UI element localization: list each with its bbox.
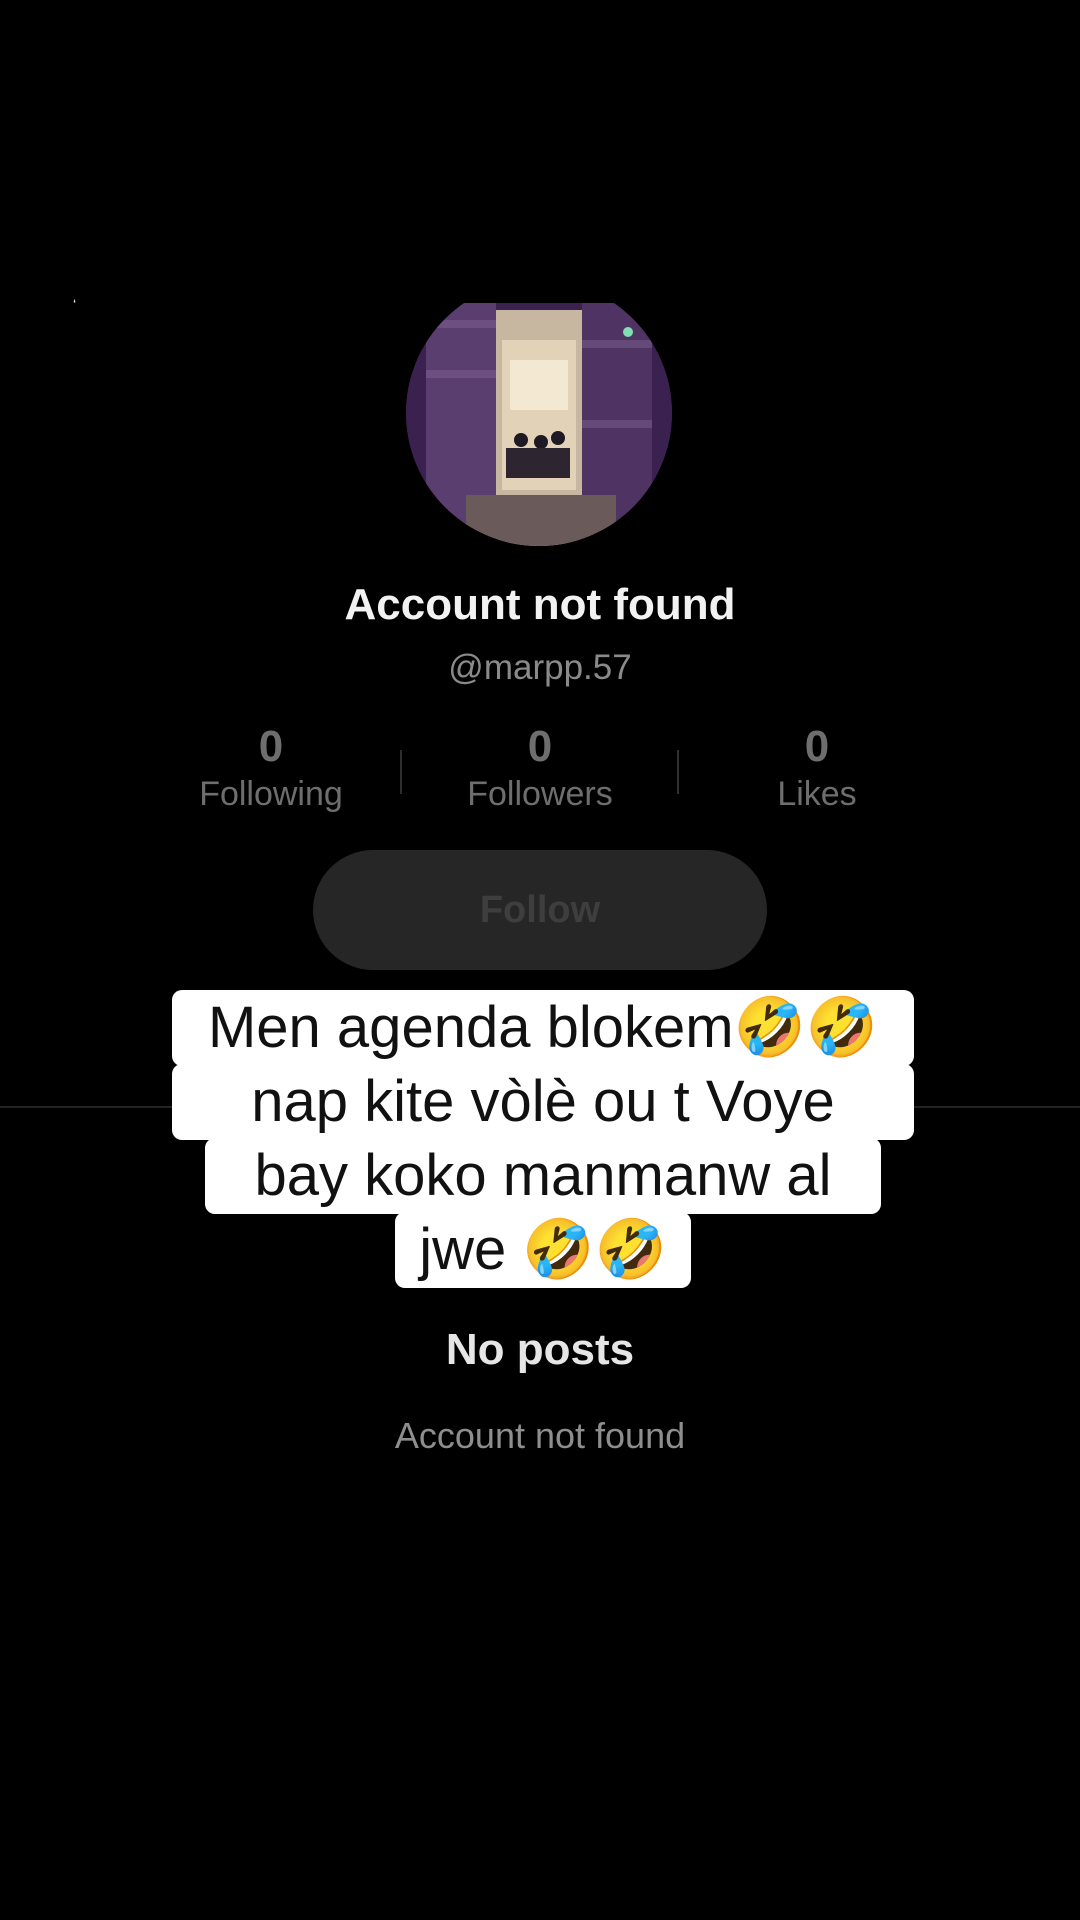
- stat-following[interactable]: 0 Following: [141, 722, 401, 816]
- caption-line: bay koko manmanw al: [205, 1138, 881, 1214]
- stat-likes[interactable]: 0 Likes: [687, 722, 947, 816]
- avatar-crop-overlay: [380, 240, 700, 303]
- stat-value: 0: [804, 722, 830, 771]
- caption-line: nap kite vòlè ou t Voye: [172, 1064, 914, 1140]
- page-title: Account not found: [344, 580, 736, 629]
- username-handle: @marpp.57: [448, 648, 632, 687]
- caption-line: jwe 🤣🤣: [395, 1212, 691, 1288]
- stat-followers[interactable]: 0 Followers: [410, 722, 670, 816]
- stat-label: Followers: [467, 775, 613, 813]
- stats-row: 0 Following 0 Followers 0 Likes: [140, 722, 940, 822]
- caption-line: Men agenda blokem🤣🤣: [172, 990, 914, 1066]
- back-arrow-icon[interactable]: ‘: [73, 297, 83, 311]
- stat-label: Likes: [777, 775, 857, 813]
- stat-divider: [400, 750, 402, 794]
- stat-value: 0: [258, 722, 284, 771]
- empty-state-subtitle: Account not found: [394, 1415, 686, 1456]
- stat-value: 0: [527, 722, 553, 771]
- stat-label: Following: [199, 775, 343, 813]
- empty-state-title: No posts: [445, 1325, 635, 1374]
- follow-button[interactable]: Follow: [313, 850, 767, 970]
- avatar-image: HIGH: [406, 280, 672, 546]
- stat-divider: [677, 750, 679, 794]
- avatar: HIGH: [406, 280, 672, 546]
